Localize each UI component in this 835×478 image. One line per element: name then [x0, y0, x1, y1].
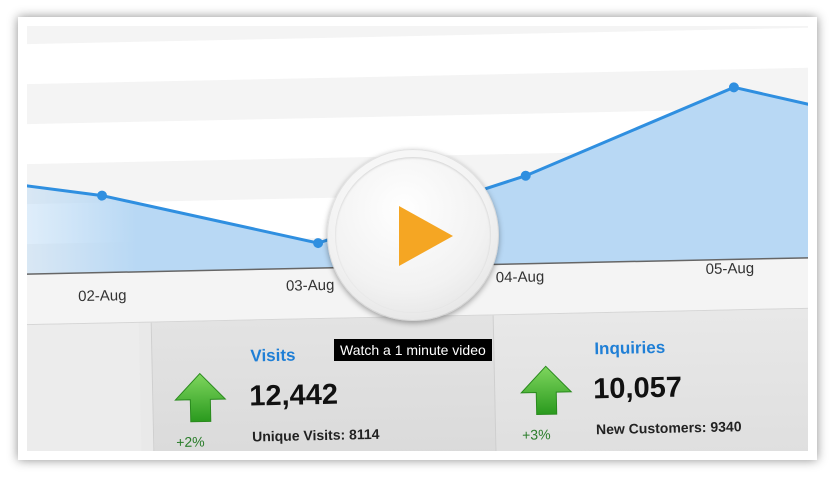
video-caption[interactable]: Watch a 1 minute video — [334, 339, 492, 361]
inquiries-title[interactable]: Inquiries — [594, 338, 665, 359]
inquiries-change: +3% — [521, 426, 551, 443]
stat-card-inquiries: +3% Inquiries 10,057 New Customers: 9340 — [492, 308, 808, 451]
x-tick-label: 04-Aug — [496, 268, 545, 286]
x-tick-label: 05-Aug — [706, 260, 755, 278]
up-arrow-icon — [174, 372, 227, 423]
visits-title[interactable]: Visits — [250, 346, 295, 367]
new-customers-label: New Customers: — [595, 418, 707, 438]
unique-visits-value: 8114 — [348, 425, 380, 443]
x-tick-label: 03-Aug — [286, 277, 335, 295]
visits-change: +2% — [176, 433, 205, 451]
play-video-button[interactable] — [327, 149, 499, 321]
new-customers-row: New Customers: 9340 — [596, 418, 742, 437]
visits-value: 12,442 — [248, 378, 339, 413]
stats-row: 0 +2% Visits 12,442 Unique Visits: — [27, 307, 808, 451]
unique-visits-row: Unique Visits: 8114 — [252, 426, 380, 445]
stat-card-partial: 0 — [27, 322, 143, 451]
play-icon — [399, 206, 453, 266]
inquiries-value: 10,057 — [592, 371, 683, 406]
unique-visits-label: Unique Visits: — [251, 426, 346, 445]
new-customers-value: 9340 — [710, 418, 742, 435]
stat-card-visits: +2% Visits 12,442 Unique Visits: 8114 — [150, 315, 497, 451]
up-arrow-icon — [520, 365, 573, 416]
x-tick-label: 02-Aug — [78, 287, 127, 305]
